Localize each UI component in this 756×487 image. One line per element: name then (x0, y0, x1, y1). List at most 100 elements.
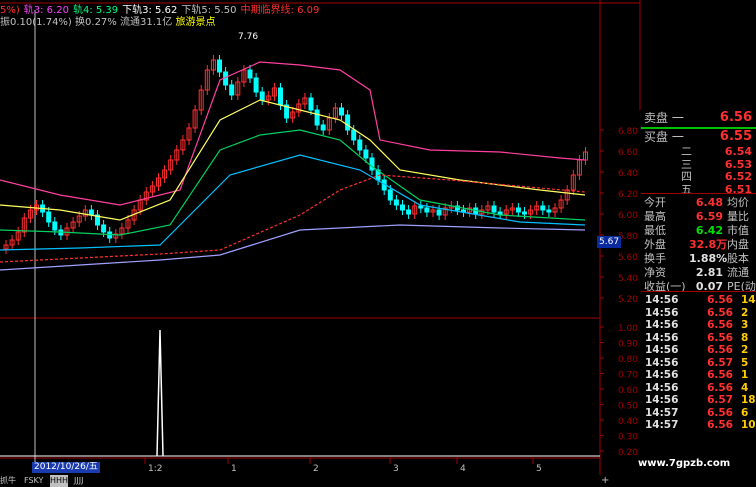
stat-side-label: 量比 (727, 210, 749, 223)
volume-tick-label: 0.60 (618, 386, 638, 396)
float-shares: 流通31.1亿 (120, 17, 173, 28)
quote-stat: 最高 6.59 量比 (641, 210, 756, 224)
stat-label: 最低 (644, 224, 666, 237)
candle-body (101, 224, 107, 233)
stat-side-label: 内盘 (727, 238, 749, 251)
indicator-value: 5%) (0, 5, 20, 16)
indicator-value: 轨3: 6.20 (23, 5, 69, 16)
indicator-tab[interactable]: JJJJ (74, 475, 83, 487)
candle-body (217, 59, 222, 73)
price-tick-label: 6.40 (618, 169, 638, 179)
trade-price: 6.56 (707, 294, 733, 306)
candle-body (515, 207, 521, 213)
stat-side-label: 市值 (727, 224, 749, 237)
trade-row: 14:56 6.56 3 (641, 319, 756, 332)
trade-price: 6.57 (707, 356, 733, 369)
stock-info-line: 振0.10(1.74%) 换0.27% 流通31.1亿 旅游景点 (0, 17, 215, 28)
buy-level-1[interactable]: 买盘 一 6.55 (641, 129, 756, 145)
sell-level-1[interactable]: 卖盘 一 6.56 (641, 110, 756, 126)
trade-time: 14:57 (645, 406, 679, 419)
stat-side-label: 股本 (727, 252, 749, 265)
sell-label: 卖盘 一 (644, 111, 684, 125)
candle-body (351, 129, 357, 141)
stat-side-label: 均价 (727, 196, 749, 209)
price-tick-label: 5.60 (618, 253, 638, 263)
indicator-tab[interactable]: 抓牛 (0, 475, 16, 487)
volume-tick-label: 0.20 (618, 448, 638, 458)
trade-row: 14:56 6.56 8 (641, 332, 756, 345)
indicator-value: 轨4: 5.39 (72, 5, 119, 16)
trade-time: 14:56 (645, 294, 679, 306)
quote-stat: 换手 1.88% 股本 (641, 252, 756, 266)
trade-time: 14:56 (645, 319, 679, 331)
candle-body (339, 107, 344, 116)
volume-tick-label: 0.80 (618, 355, 638, 365)
trade-price: 6.56 (707, 319, 733, 331)
stat-label: 今开 (644, 196, 666, 209)
quote-stat: 今开 6.48 均价 (641, 196, 756, 210)
trade-price: 6.56 (707, 381, 733, 394)
stat-value: 2.81 (695, 266, 723, 279)
cursor-date-label: 2012/10/26/五 (32, 462, 100, 473)
trade-volume: 1 (741, 369, 749, 381)
trade-time: 14:56 (645, 344, 679, 356)
stat-label: 最高 (644, 210, 666, 223)
trade-time: 14:56 (645, 369, 679, 381)
quote-stat: 外盘 32.8万 内盘 (641, 238, 756, 252)
candle-body (229, 84, 235, 96)
candle-body (253, 77, 259, 93)
quote-stat: 净资 2.81 流通 (641, 266, 756, 280)
indicator-value: 中期临界线: 6.09 (240, 5, 320, 16)
candle-body (497, 211, 503, 215)
x-tick-label: 1 (231, 464, 237, 474)
price-tick-label: 5.40 (618, 274, 638, 284)
trade-row: 14:56 6.56 2 (641, 344, 756, 357)
volume-tick-label: 0.50 (618, 402, 638, 412)
trade-volume: 8 (741, 331, 749, 344)
buy-label: 买盘 一 (644, 130, 684, 144)
trade-volume: 6 (741, 406, 749, 419)
trade-row: 14:56 6.57 5 (641, 357, 756, 370)
trade-time: 14:56 (645, 381, 679, 394)
x-tick-label: 2 (313, 464, 319, 474)
indicator-value: 下轨3: 5.62 (122, 5, 178, 16)
stat-label: 外盘 (644, 238, 666, 251)
candle-body (314, 109, 320, 126)
indicator-tabs: 抓牛 FSKY HHH JJJJ (0, 475, 600, 487)
candle-body (363, 149, 369, 159)
bid-level[interactable]: 五 6.51 (641, 183, 756, 197)
trade-time: 14:56 (645, 306, 679, 319)
candle-body (522, 211, 527, 215)
price-tick-label: 6.00 (618, 211, 638, 221)
candle-body (259, 91, 265, 101)
sector[interactable]: 旅游景点 (175, 17, 215, 28)
candle-body (320, 124, 326, 131)
trade-time: 14:56 (645, 331, 679, 344)
bid-level-price: 6.51 (724, 182, 752, 196)
trade-price: 6.56 (707, 419, 733, 431)
price-tick-label: 5.20 (618, 295, 638, 305)
candle-body (345, 114, 351, 131)
candle-body (247, 69, 253, 79)
trade-volume: 10 (741, 419, 756, 431)
candle-body (400, 204, 405, 211)
plus-icon[interactable]: + (601, 475, 609, 487)
volume-tick-label: 1.00 (618, 324, 638, 334)
indicator-tab[interactable]: HHH (50, 475, 69, 487)
bid-level-label: 五 (681, 182, 692, 196)
stat-value: 6.59 (695, 210, 723, 223)
trade-row: 14:56 6.56 1 (641, 369, 756, 382)
candle-body (357, 139, 363, 151)
x-tick-label: 3 (393, 464, 399, 474)
upper-band-line (0, 61, 586, 206)
indicator-tab[interactable]: FSKY (24, 475, 43, 487)
stat-value: 6.48 (695, 196, 723, 209)
x-tick-label: 5 (536, 464, 542, 474)
stat-side-label: 流通 (727, 266, 749, 279)
trade-volume: 14 (741, 294, 756, 306)
trade-time: 14:56 (645, 394, 679, 406)
x-tick-label: 4 (460, 464, 466, 474)
trade-row: 14:57 6.56 10 (641, 419, 756, 432)
stat-value: 32.8万 (689, 238, 728, 251)
volume-tick-label: 0.40 (618, 417, 638, 427)
